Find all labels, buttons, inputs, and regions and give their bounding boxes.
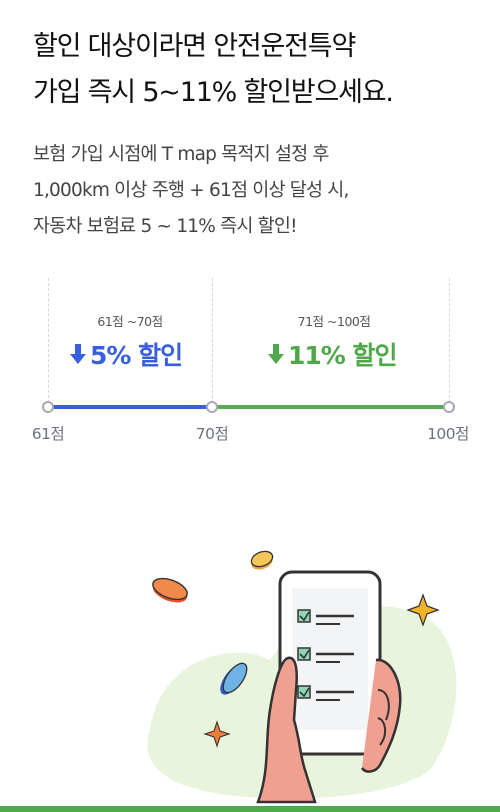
score-bar-tier-1 (48, 405, 212, 409)
scale-node-middle (206, 401, 218, 413)
coin-icon (152, 577, 188, 603)
down-arrow-icon (70, 344, 86, 364)
description-line-3: 자동차 보험료 5 ~ 11% 즉시 할인! (33, 216, 298, 237)
tier-1-discount: 5% 할인 (70, 336, 183, 372)
guide-line-start (48, 278, 49, 408)
headline-line-1: 할인 대상이라면 안전운전특약 (33, 31, 356, 62)
scale-label-start: 61점 (31, 425, 65, 443)
guide-line-end (449, 278, 450, 408)
tier-1-range: 61점 ~70점 (97, 314, 163, 329)
scale-label-end: 100점 (427, 425, 469, 443)
tier-1-discount-label: 5% 할인 (90, 341, 183, 370)
description-line-2: 1,000km 이상 주행 + 61점 이상 달성 시, (33, 180, 349, 201)
headline: 할인 대상이라면 안전운전특약 가입 즉시 5~11% 할인받으세요. (33, 24, 473, 116)
guide-line-middle (212, 278, 213, 408)
bottom-accent-bar (0, 806, 500, 812)
down-arrow-icon (268, 344, 284, 364)
tier-2-discount: 11% 할인 (268, 336, 398, 372)
description-line-1: 보험 가입 시점에 T map 목적지 설정 후 (33, 144, 329, 165)
scale-node-end (443, 401, 455, 413)
scale-label-middle: 70점 (195, 425, 229, 443)
tier-2-range: 71점 ~100점 (297, 314, 371, 329)
tier-2-discount-label: 11% 할인 (288, 341, 398, 370)
headline-line-2: 가입 즉시 5~11% 할인받으세요. (33, 77, 394, 108)
description: 보험 가입 시점에 T map 목적지 설정 후 1,000km 이상 주행 +… (33, 137, 473, 245)
scale-node-start (42, 401, 54, 413)
score-bar-tier-2 (212, 405, 449, 409)
phone-checklist-illustration (147, 550, 457, 804)
coin-icon (250, 550, 274, 570)
